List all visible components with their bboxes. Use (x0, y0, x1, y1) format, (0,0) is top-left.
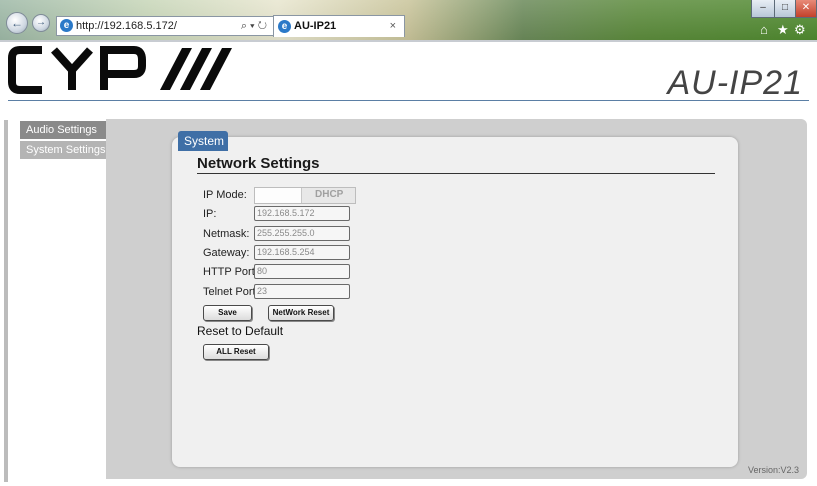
all-reset-button[interactable]: ALL Reset (203, 344, 269, 360)
ie-tab-icon: e (278, 20, 291, 33)
ip-mode-label: IP Mode: (203, 189, 247, 201)
forward-arrow-icon[interactable]: → (32, 14, 50, 32)
tab-title: AU-IP21 (294, 20, 337, 32)
netmask-label: Netmask: (203, 228, 250, 240)
ie-page-icon: e (60, 19, 73, 32)
sidebar-item-system-settings[interactable]: System Settings (20, 141, 106, 159)
reset-to-default-title: Reset to Default (197, 324, 284, 338)
netmask-field[interactable]: 255.255.255.0 (254, 226, 350, 241)
http-port-label: HTTP Port: (203, 266, 258, 278)
cypress-logo (8, 44, 248, 101)
telnet-port-field[interactable]: 23 (254, 284, 350, 299)
sidebar-nav: Audio Settings System Settings (20, 121, 106, 161)
tab-system[interactable]: System (178, 131, 228, 151)
home-icon[interactable]: ⌂ (760, 22, 768, 37)
ip-mode-toggle[interactable]: DHCP (254, 187, 356, 204)
section-divider (197, 173, 715, 174)
ip-label: IP: (203, 208, 217, 220)
maximize-icon[interactable]: □ (774, 0, 796, 18)
settings-gear-icon[interactable]: ⚙ (794, 22, 806, 38)
telnet-port-label: Telnet Port: (203, 286, 259, 298)
http-port-field[interactable]: 80 (254, 264, 350, 279)
tab-close-icon[interactable]: × (390, 16, 396, 37)
close-window-icon[interactable]: ✕ (795, 0, 817, 18)
ip-mode-value: DHCP (315, 189, 344, 200)
gateway-label: Gateway: (203, 247, 250, 259)
chrome-divider (0, 40, 817, 42)
address-url[interactable]: http://192.168.5.172/ (76, 17, 177, 35)
model-name: AU-IP21 (667, 64, 803, 102)
section-title: Network Settings (197, 155, 320, 172)
favorites-star-icon[interactable]: ★ (777, 22, 789, 38)
minimize-icon[interactable]: ‒ (751, 0, 775, 18)
save-button[interactable]: Save (203, 305, 252, 321)
left-border (4, 120, 8, 482)
back-arrow-icon[interactable]: ← (6, 12, 28, 34)
network-reset-button[interactable]: NetWork Reset (268, 305, 334, 321)
address-bar[interactable]: e http://192.168.5.172/ ⌕ ▾ ↻ (56, 16, 274, 36)
sidebar-item-audio-settings[interactable]: Audio Settings (20, 121, 106, 139)
ip-field[interactable]: 192.168.5.172 (254, 206, 350, 221)
browser-tab[interactable]: e AU-IP21 × (273, 15, 405, 37)
ip-mode-toggle-knob (255, 188, 302, 203)
address-tools-icons[interactable]: ⌕ ▾ ↻ (241, 17, 267, 35)
header-divider (8, 100, 809, 101)
version-label: Version:V2.3 (748, 465, 800, 475)
gateway-field[interactable]: 192.168.5.254 (254, 245, 350, 260)
